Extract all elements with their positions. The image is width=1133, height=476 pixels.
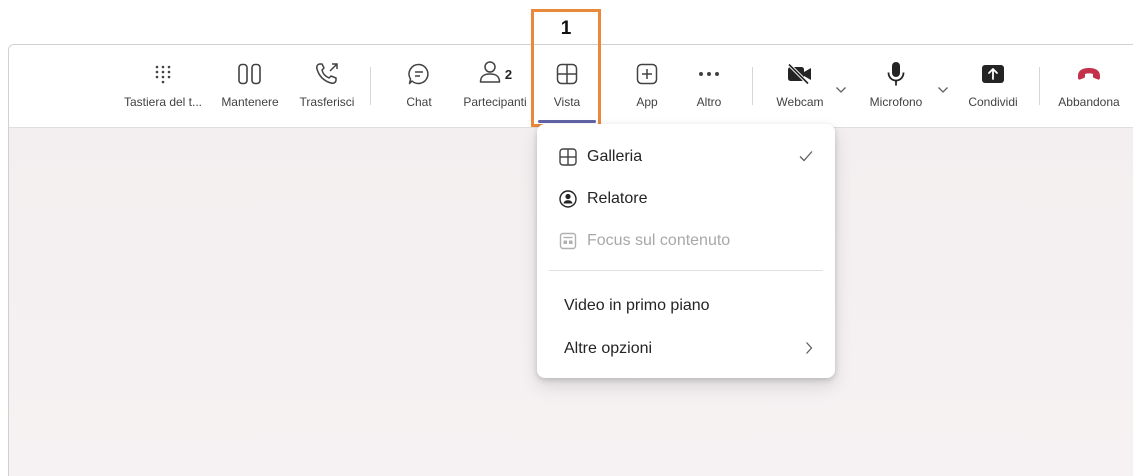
hold-button[interactable]: Mantenere	[214, 59, 286, 119]
participants-label: Partecipanti	[463, 95, 527, 109]
keypad-button[interactable]: Tastiera del t...	[116, 59, 210, 119]
participants-button[interactable]: 2 Partecipanti	[453, 59, 537, 119]
menu-item-more-options[interactable]: Altre opzioni	[537, 329, 835, 369]
more-label: Altro	[696, 95, 722, 109]
dialpad-icon	[153, 59, 173, 89]
camera-options-chevron-icon[interactable]	[835, 81, 847, 99]
leave-label: Abbandona	[1058, 95, 1120, 109]
menu-item-label: Focus sul contenuto	[587, 232, 731, 249]
menu-item-label: Video in primo piano	[564, 297, 710, 314]
toolbar-divider	[370, 67, 371, 105]
menu-item-label: Galleria	[587, 148, 643, 165]
microphone-icon	[885, 59, 907, 89]
chat-button[interactable]: Chat	[389, 59, 449, 119]
call-transfer-icon	[314, 59, 340, 89]
share-screen-icon	[981, 59, 1005, 89]
add-app-icon	[636, 59, 658, 89]
transfer-button[interactable]: Trasferisci	[291, 59, 363, 119]
view-menu: Galleria Relatore Focus sul contenuto Vi…	[537, 124, 835, 378]
hold-label: Mantenere	[221, 95, 279, 109]
apps-button[interactable]: App	[619, 59, 675, 119]
transfer-label: Trasferisci	[299, 95, 355, 109]
menu-item-spotlight[interactable]: Video in primo piano	[537, 286, 835, 326]
toolbar-divider	[1039, 67, 1040, 105]
leave-button[interactable]: Abbandona	[1049, 59, 1129, 119]
microphone-options-chevron-icon[interactable]	[937, 81, 949, 99]
share-button[interactable]: Condividi	[957, 59, 1029, 119]
hang-up-icon	[1076, 59, 1102, 89]
chevron-right-icon	[805, 341, 813, 360]
people-icon	[478, 60, 502, 89]
camera-button[interactable]: Webcam	[767, 59, 833, 119]
chat-icon	[407, 59, 431, 89]
checkmark-icon	[799, 149, 813, 167]
speaker-person-icon	[559, 190, 577, 208]
menu-item-label: Altre opzioni	[564, 340, 653, 357]
content-focus-icon	[559, 232, 577, 250]
menu-item-gallery[interactable]: Galleria	[537, 137, 835, 177]
annotation-step-number: 1	[560, 18, 572, 39]
menu-item-content-focus: Focus sul contenuto	[537, 221, 835, 261]
microphone-label: Microfono	[869, 95, 923, 109]
keypad-label: Tastiera del t...	[123, 95, 203, 109]
toolbar-divider	[752, 67, 753, 105]
more-dots-icon	[698, 59, 720, 89]
share-label: Condividi	[968, 95, 1018, 109]
grid-view-icon	[559, 148, 577, 166]
camera-off-icon	[786, 59, 814, 89]
camera-label: Webcam	[776, 95, 824, 109]
menu-divider	[549, 270, 823, 271]
pause-icon	[237, 59, 263, 89]
menu-item-speaker[interactable]: Relatore	[537, 179, 835, 219]
menu-item-label: Relatore	[587, 190, 648, 207]
more-button[interactable]: Altro	[681, 59, 737, 119]
participants-count: 2	[504, 66, 513, 82]
chat-label: Chat	[406, 95, 432, 109]
microphone-button[interactable]: Microfono	[859, 59, 933, 119]
apps-label: App	[636, 95, 658, 109]
